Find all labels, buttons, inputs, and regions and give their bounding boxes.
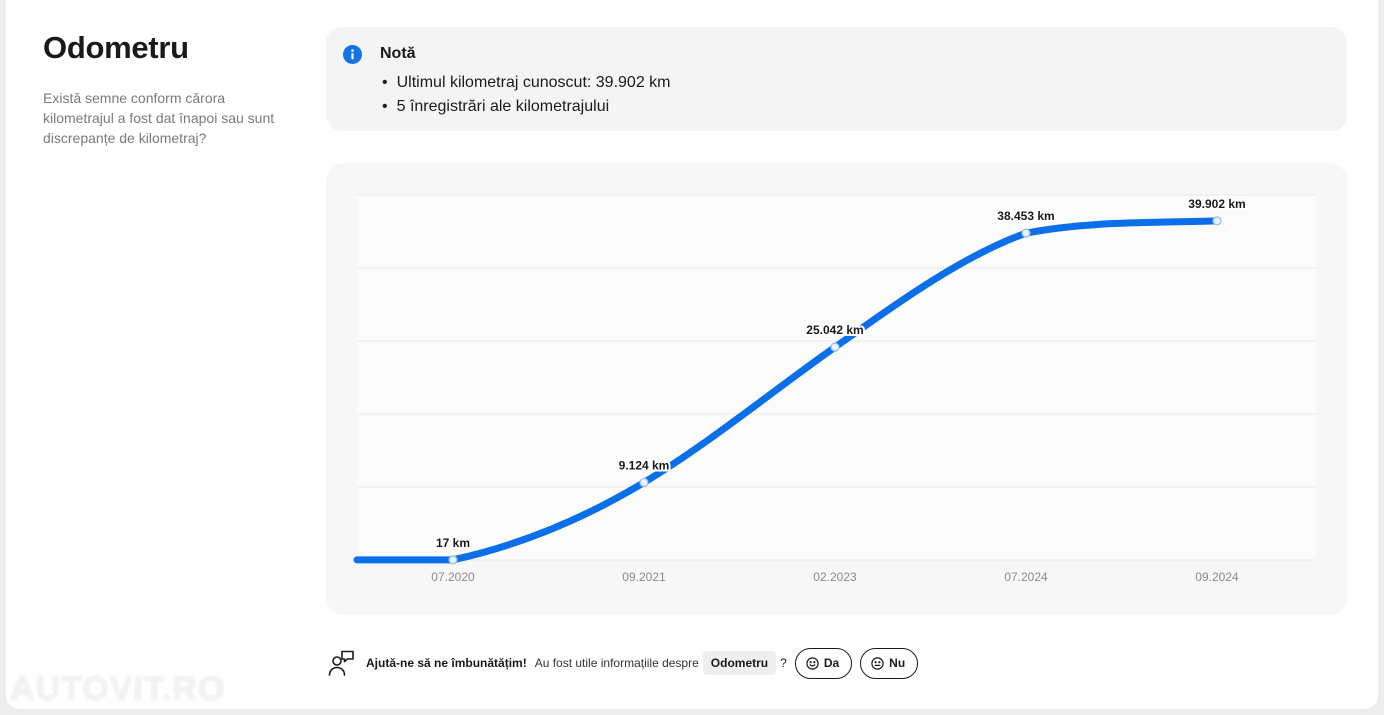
note-title: Notă — [380, 45, 416, 62]
feedback-prompt-text: Au fost utile informațiile despre — [534, 656, 699, 670]
info-icon — [343, 45, 362, 64]
watermark-logo: AUTOVIT.RO — [10, 670, 226, 708]
page-title: Odometru — [43, 30, 189, 65]
x-tick-label: 09.2021 — [622, 570, 666, 584]
x-tick-label: 02.2023 — [813, 570, 857, 584]
data-point — [830, 342, 840, 352]
plot-area — [357, 195, 1316, 560]
feedback-question-mark: ? — [780, 656, 787, 670]
note-item-last-mileage: Ultimul kilometraj cunoscut: 39.902 km — [382, 71, 671, 95]
mileage-line-chart: 17 km 07.2020 9.124 km 09.2021 25.042 km 02.2… — [353, 194, 1316, 584]
neutral-face-icon — [871, 656, 884, 670]
data-label: 25.042 km — [806, 323, 863, 337]
x-tick-label: 09.2024 — [1195, 570, 1239, 584]
feedback-prompt-strong: Ajută-ne să ne îmbunătățim! — [366, 656, 527, 670]
data-point — [448, 555, 458, 565]
x-tick-label: 07.2020 — [431, 570, 475, 584]
data-label: 17 km — [436, 536, 470, 550]
feedback-topic-tag: Odometru — [702, 651, 777, 675]
feedback-yes-label: Da — [823, 656, 840, 670]
smile-icon — [806, 656, 819, 670]
data-label: 38.453 km — [997, 209, 1054, 223]
feedback-bar: Ajută-ne să ne îmbunătățim! Au fost util… — [327, 647, 926, 679]
data-label: 39.902 km — [1188, 197, 1245, 211]
mileage-chart-card: 17 km 07.2020 9.124 km 09.2021 25.042 km 02.2… — [326, 163, 1347, 615]
note-list: Ultimul kilometraj cunoscut: 39.902 km 5… — [382, 71, 671, 119]
section-header: Odometru Există semne conform cărora kil… — [43, 30, 293, 148]
note-item-records-count: 5 înregistrări ale kilometrajului — [382, 95, 671, 119]
feedback-chat-icon — [327, 648, 357, 678]
data-point — [639, 477, 649, 488]
data-point — [1021, 228, 1031, 238]
data-point — [1212, 216, 1222, 226]
feedback-yes-button[interactable]: Da — [794, 647, 853, 679]
feedback-no-button[interactable]: Nu — [860, 647, 919, 679]
x-tick-label: 07.2024 — [1004, 570, 1048, 584]
section-description: Există semne conform cărora kilometrajul… — [43, 90, 275, 146]
feedback-no-label: Nu — [889, 656, 906, 670]
note-box: Notă Ultimul kilometraj cunoscut: 39.902… — [326, 27, 1347, 131]
data-label: 9.124 km — [619, 458, 670, 472]
